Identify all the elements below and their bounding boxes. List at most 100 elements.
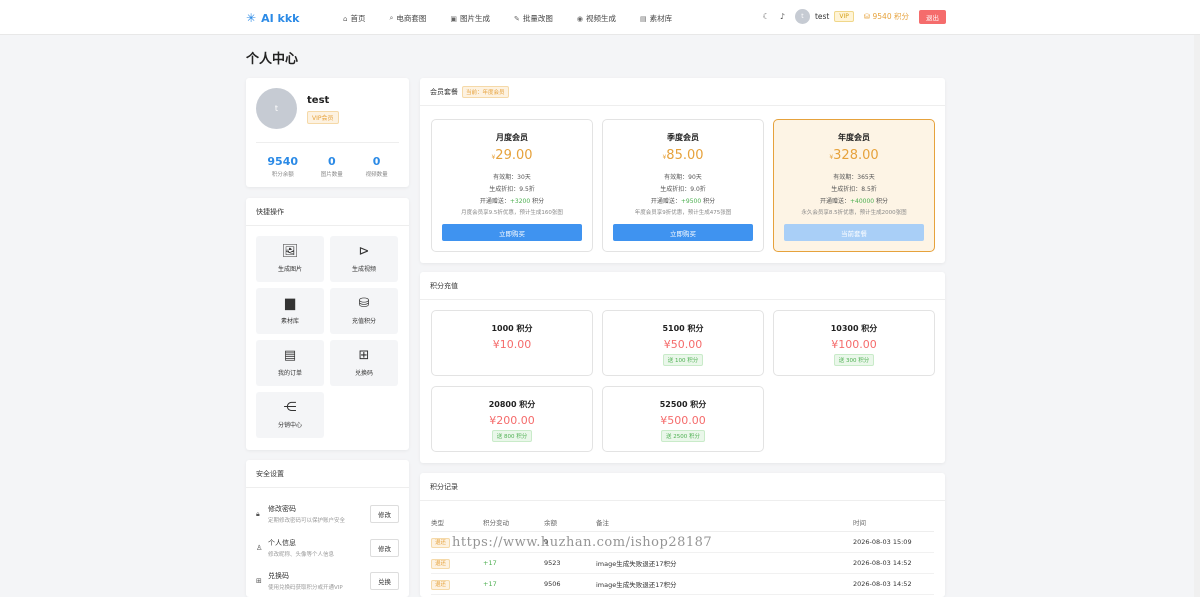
quick-label: 兑换码 — [354, 370, 373, 377]
document-icon: ▤ — [283, 348, 297, 363]
recharge-price: ¥50.00 — [663, 338, 703, 351]
user-menu[interactable]: t test VIP — [794, 9, 854, 24]
profile-stats: 9540 积分余额 0 图片数量 0 视频数量 — [256, 155, 399, 178]
nav-item-image[interactable]: ▣ 图片生成 — [450, 13, 490, 24]
theme-toggle-icon[interactable]: ☾ — [763, 12, 770, 21]
nav-item-video[interactable]: ◉ 视频生成 — [577, 13, 616, 24]
app-logo[interactable]: ✳ AI kkk — [246, 11, 299, 25]
nav-label: 首页 — [350, 14, 366, 23]
card-title: 积分记录 — [420, 473, 945, 501]
gift-icon: ⊞ — [358, 348, 370, 363]
nav-right: ☾ ♪ t test VIP ⛁ 9540 积分 退出 — [763, 9, 946, 24]
image-icon: ▣ — [450, 14, 457, 23]
bonus-badge: 送 800 积分 — [491, 430, 533, 442]
recharge-points: 10300 积分 — [830, 324, 878, 333]
nav-label: 批量改图 — [522, 14, 553, 23]
recharge-points: 20800 积分 — [488, 400, 536, 409]
play-icon: ⊳ — [358, 244, 370, 259]
balance: 9506 — [544, 580, 561, 588]
security-item-redeem: ⊞ 兑换码 使用兑换码获取积分或开通VIP 兑换 — [256, 571, 399, 591]
column-header: 时间 — [853, 519, 866, 527]
bonus-badge: 送 100 积分 — [662, 354, 704, 366]
buy-button[interactable]: 立即购买 — [442, 224, 582, 241]
plan-quarterly: 季度会员 ¥85.00 有效期：90天 生成折扣：9.0折 开通赠送：+9500… — [602, 119, 764, 252]
recharge-price: ¥10.00 — [492, 338, 532, 351]
top-navbar: ✳ AI kkk ⌂ 首页 ⌕ 电商套图 ▣ 图片生成 ✎ 批量改图 ◉ 视频生成 ▤ 素材… — [0, 0, 1200, 35]
nav-item-ecommerce[interactable]: ⌕ 电商套图 — [389, 13, 426, 24]
share-icon: ⋲ — [283, 400, 297, 415]
recharge-option[interactable]: 5100 积分 ¥50.00 送 100 积分 — [602, 310, 764, 376]
coin-icon: ⛁ — [863, 12, 873, 21]
nav-item-batch[interactable]: ✎ 批量改图 — [514, 13, 553, 24]
recharge-price: ¥200.00 — [489, 414, 535, 427]
bonus-badge: 送 300 积分 — [833, 354, 875, 366]
quick-generate-video[interactable]: ⊳ 生成视频 — [330, 236, 398, 282]
security-title: 兑换码 — [268, 572, 289, 580]
quick-label: 生成视频 — [351, 266, 376, 273]
video-icon: ◉ — [576, 14, 583, 23]
quick-label: 生成图片 — [277, 266, 302, 273]
plan-discount: 生成折扣：8.5折 — [831, 186, 877, 193]
type-tag: 退还 — [431, 559, 451, 569]
quick-generate-image[interactable]: 🖼 生成图片 — [256, 236, 324, 282]
recharge-card: 积分充值 1000 积分 ¥10.00 5100 积分 ¥50.00 送 100… — [420, 272, 945, 463]
nav-item-home[interactable]: ⌂ 首页 — [343, 13, 365, 24]
stat-label: 积分余额 — [271, 172, 294, 178]
quick-recharge[interactable]: ⛁ 充值积分 — [330, 288, 398, 334]
plan-yearly: 年度会员 ¥328.00 有效期：365天 生成折扣：8.5折 开通赠送：+40… — [773, 119, 935, 252]
scrollbar[interactable] — [1194, 35, 1200, 597]
bell-icon[interactable]: ♪ — [780, 12, 785, 21]
stat-value: 0 — [372, 155, 381, 168]
table-row: 退还 +17 9506 image生成失败退还17积分 2026-08-03 1… — [431, 574, 934, 595]
quick-redeem[interactable]: ⊞ 兑换码 — [330, 340, 398, 386]
security-title: 个人信息 — [268, 539, 296, 547]
user-icon: ♙ — [256, 544, 263, 552]
card-title: 会员套餐 — [430, 87, 458, 96]
stat-value: 9540 — [267, 155, 299, 168]
profile-card: t test VIP会员 9540 积分余额 0 图片数量 0 视频数量 — [246, 78, 409, 187]
stat-label: 图片数量 — [320, 172, 343, 178]
card-title: 安全设置 — [246, 460, 409, 488]
plan-price: ¥29.00 — [432, 148, 592, 163]
plan-note: 月度会员享9.5折优惠，预计生成160张图 — [461, 210, 563, 216]
change-password-button[interactable]: 修改 — [370, 505, 399, 523]
buy-button[interactable]: 立即购买 — [613, 224, 753, 241]
redeem-button[interactable]: 兑换 — [370, 572, 399, 590]
avatar[interactable]: t — [256, 88, 297, 129]
book-icon: ▆ — [285, 296, 295, 311]
recharge-option[interactable]: 52500 积分 ¥500.00 送 2500 积分 — [602, 386, 764, 452]
quick-distribution[interactable]: ⋲ 分销中心 — [256, 392, 324, 438]
note: image生成失败退还17积分 — [596, 560, 677, 568]
database-icon: ⛁ — [358, 296, 370, 311]
edit-profile-button[interactable]: 修改 — [370, 539, 399, 557]
main-nav: ⌂ 首页 ⌕ 电商套图 ▣ 图片生成 ✎ 批量改图 ◉ 视频生成 ▤ 素材库 — [343, 13, 696, 24]
vip-badge: VIP会员 — [307, 111, 339, 124]
search-icon: ⌕ — [389, 14, 394, 22]
type-tag: 退还 — [431, 580, 451, 590]
bonus-value: +9500 — [680, 198, 702, 205]
points-display[interactable]: ⛁ 9540 积分 — [864, 11, 909, 22]
plan-validity: 有效期：365天 — [833, 174, 875, 181]
column-header: 积分变动 — [483, 519, 509, 527]
table-header: 类型 积分变动 余额 备注 时间 — [431, 513, 934, 532]
nav-label: 电商套图 — [396, 14, 427, 23]
plan-note: 永久会员享8.5折优惠，预计生成2000张图 — [801, 210, 907, 216]
recharge-option[interactable]: 1000 积分 ¥10.00 — [431, 310, 593, 376]
security-title: 修改密码 — [268, 505, 296, 513]
recharge-option[interactable]: 10300 积分 ¥100.00 送 300 积分 — [773, 310, 935, 376]
plan-name: 年度会员 — [838, 133, 870, 142]
recharge-points: 52500 积分 — [659, 400, 707, 409]
plan-discount: 生成折扣：9.5折 — [489, 186, 535, 193]
table-row: 退还 +17 9523 image生成失败退还17积分 2026-08-03 1… — [431, 553, 934, 574]
logout-button[interactable]: 退出 — [919, 9, 946, 24]
security-desc: 使用兑换码获取积分或开通VIP — [268, 585, 343, 591]
plan-name: 季度会员 — [667, 133, 699, 142]
recharge-option[interactable]: 20800 积分 ¥200.00 送 800 积分 — [431, 386, 593, 452]
quick-library[interactable]: ▆ 素材库 — [256, 288, 324, 334]
current-plan-button[interactable]: 当前套餐 — [784, 224, 924, 241]
plan-note: 年度会员享9折优惠，预计生成475张图 — [634, 210, 732, 216]
quick-orders[interactable]: ▤ 我的订单 — [256, 340, 324, 386]
card-title: 快捷操作 — [246, 198, 409, 226]
security-desc: 修改昵称、头像等个人信息 — [268, 552, 335, 558]
nav-item-library[interactable]: ▤ 素材库 — [640, 13, 672, 24]
